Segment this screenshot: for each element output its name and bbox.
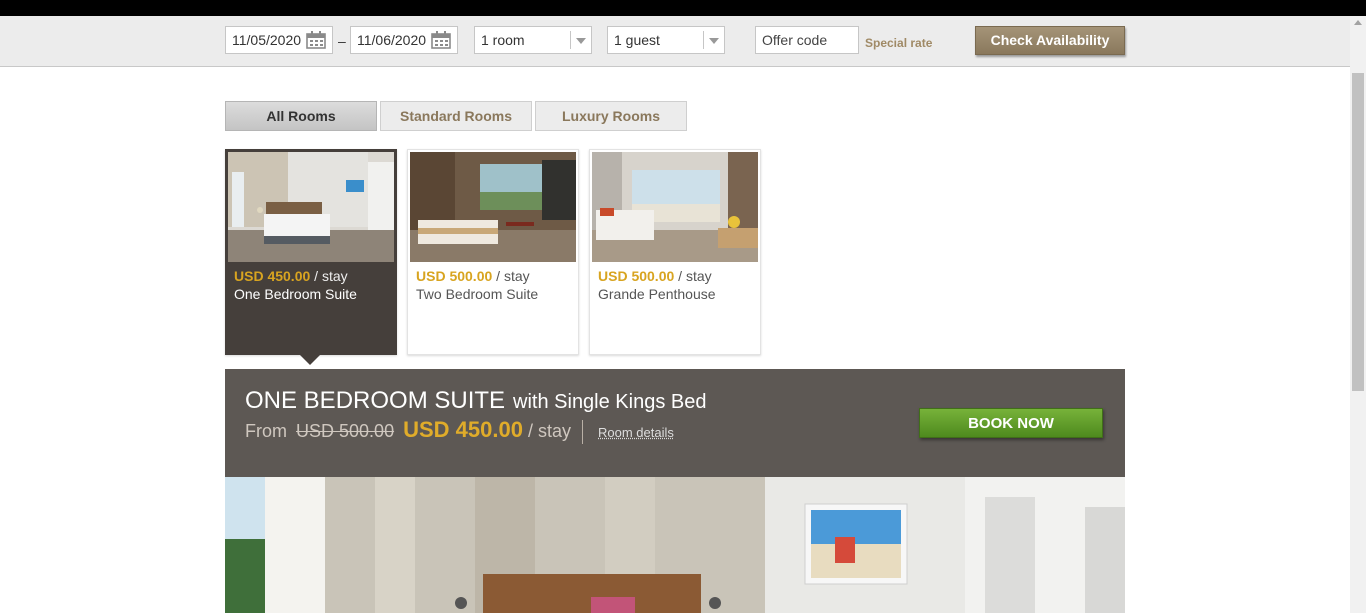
page-scrollbar[interactable] xyxy=(1350,16,1366,613)
room-name: Grande Penthouse xyxy=(598,286,716,302)
old-price: USD 500.00 xyxy=(296,421,395,441)
room-detail-subtitle: with Single Kings Bed xyxy=(513,391,707,413)
room-photo xyxy=(228,152,394,262)
current-price: USD 450.00 xyxy=(403,417,523,442)
room-price-amount: USD 500.00 xyxy=(598,268,675,284)
calendar-icon[interactable] xyxy=(431,31,451,49)
check-availability-button[interactable]: Check Availability xyxy=(975,26,1125,55)
price-divider xyxy=(582,420,583,445)
calendar-icon[interactable] xyxy=(306,31,326,49)
room-price-amount: USD 500.00 xyxy=(416,268,493,284)
room-detail-header: ONE BEDROOM SUITE with Single Kings Bed F… xyxy=(225,369,1125,477)
selected-room-pointer xyxy=(300,355,320,365)
room-card-two-bedroom-suite[interactable]: USD 500.00 / stay Two Bedroom Suite xyxy=(407,149,579,355)
chevron-down-icon[interactable] xyxy=(703,31,724,49)
price-unit: / stay xyxy=(527,421,571,441)
browser-top-strip xyxy=(0,0,1366,16)
checkin-date-value: 11/05/2020 xyxy=(232,32,302,48)
offer-code-placeholder: Offer code xyxy=(762,32,828,48)
room-price: USD 500.00 / stay xyxy=(416,268,530,284)
rooms-select[interactable]: 1 room xyxy=(474,26,592,54)
room-details-link[interactable]: Room details xyxy=(598,425,674,440)
rooms-select-value: 1 room xyxy=(481,32,525,48)
room-price-unit: / stay xyxy=(496,268,530,284)
availability-search-bar: 11/05/2020 – 11/06/2020 1 room 1 guest O… xyxy=(0,16,1350,67)
room-price: USD 500.00 / stay xyxy=(598,268,712,284)
book-now-button[interactable]: BOOK NOW xyxy=(919,408,1103,438)
special-rate-link[interactable]: Special rate xyxy=(865,36,932,50)
room-photo xyxy=(592,152,758,262)
room-price-unit: / stay xyxy=(314,268,348,284)
room-price-amount: USD 450.00 xyxy=(234,268,311,284)
room-name: Two Bedroom Suite xyxy=(416,286,539,302)
room-name: One Bedroom Suite xyxy=(234,286,357,302)
scroll-up-arrow-icon[interactable] xyxy=(1354,20,1362,25)
tab-all-rooms[interactable]: All Rooms xyxy=(225,101,377,131)
checkout-date-field[interactable]: 11/06/2020 xyxy=(350,26,458,54)
room-price-unit: / stay xyxy=(678,268,712,284)
room-detail-panel: ONE BEDROOM SUITE with Single Kings Bed F… xyxy=(225,369,1125,613)
from-label: From xyxy=(245,421,287,441)
room-detail-title: ONE BEDROOM SUITE with Single Kings Bed xyxy=(245,387,706,415)
chevron-down-icon[interactable] xyxy=(570,31,591,49)
scrollbar-thumb[interactable] xyxy=(1352,73,1364,391)
offer-code-input[interactable]: Offer code xyxy=(755,26,859,54)
tab-luxury-rooms[interactable]: Luxury Rooms xyxy=(535,101,687,131)
tab-standard-rooms[interactable]: Standard Rooms xyxy=(380,101,532,131)
guests-select-value: 1 guest xyxy=(614,32,660,48)
room-detail-title-text: ONE BEDROOM SUITE xyxy=(245,387,506,414)
room-card-grande-penthouse[interactable]: USD 500.00 / stay Grande Penthouse xyxy=(589,149,761,355)
room-price: USD 450.00 / stay xyxy=(234,268,348,284)
room-photo xyxy=(410,152,576,262)
guests-select[interactable]: 1 guest xyxy=(607,26,725,54)
date-range-separator: – xyxy=(338,33,346,49)
checkout-date-value: 11/06/2020 xyxy=(357,32,427,48)
checkin-date-field[interactable]: 11/05/2020 xyxy=(225,26,333,54)
room-card-one-bedroom-suite[interactable]: USD 450.00 / stay One Bedroom Suite xyxy=(225,149,397,355)
room-detail-price-line: From USD 500.00 USD 450.00 / stay Room d… xyxy=(245,417,674,445)
